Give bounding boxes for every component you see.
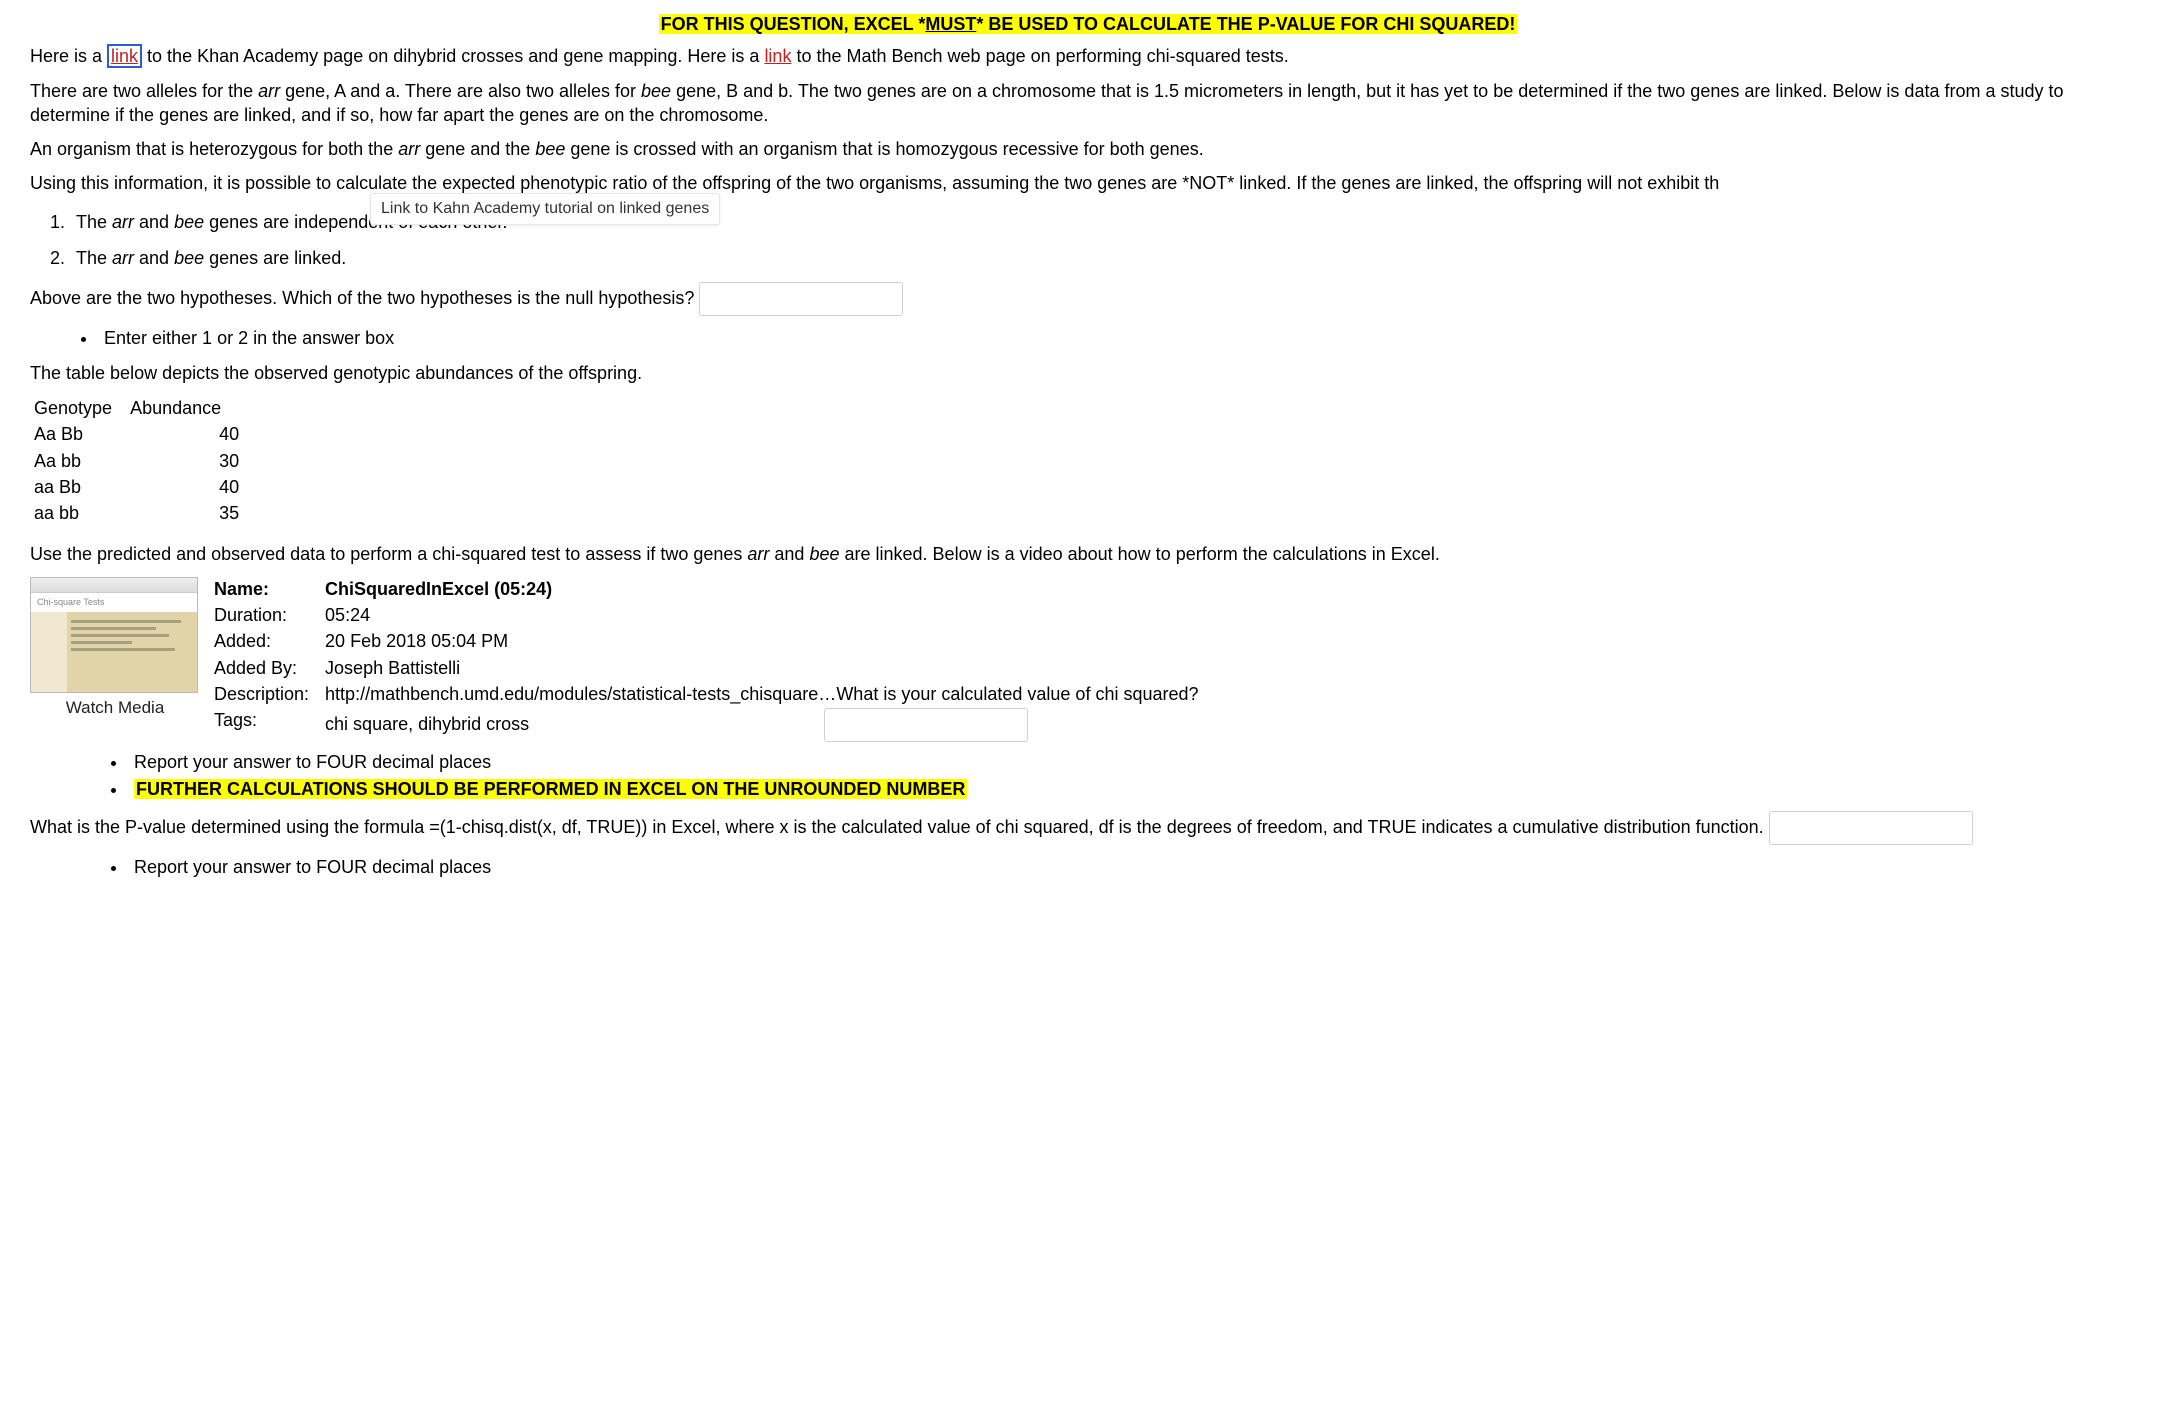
table-row: aa Bb40 xyxy=(34,474,239,500)
media-added: 20 Feb 2018 05:04 PM xyxy=(325,629,1214,655)
cross-paragraph: An organism that is heterozygous for bot… xyxy=(30,137,2146,161)
null-hint: Enter either 1 or 2 in the answer box xyxy=(98,326,2146,350)
media-metadata: Name:ChiSquaredInExcel (05:24) Duration:… xyxy=(214,577,1215,744)
alleles-paragraph: There are two alleles for the arr gene, … xyxy=(30,79,2146,128)
pvalue-question: What is the P-value determined using the… xyxy=(30,811,2146,845)
banner-pre: FOR THIS QUESTION, EXCEL * xyxy=(661,14,926,34)
chi-hints: Report your answer to FOUR decimal place… xyxy=(88,750,2146,801)
table-row: Aa bb30 xyxy=(34,448,239,474)
tooltip: Link to Kahn Academy tutorial on linked … xyxy=(370,193,720,225)
banner-post: * BE USED TO CALCULATE THE P-VALUE FOR C… xyxy=(976,14,1515,34)
col-abundance: Abundance xyxy=(130,395,239,421)
video-thumbnail[interactable]: Chi-square Tests xyxy=(30,577,198,693)
media-duration: 05:24 xyxy=(325,603,1214,629)
watch-media-link[interactable]: Watch Media xyxy=(30,697,200,720)
report-4dp-b: Report your answer to FOUR decimal place… xyxy=(128,855,2146,879)
table-row: aa bb35 xyxy=(34,500,239,526)
table-intro: The table below depicts the observed gen… xyxy=(30,361,2146,385)
null-hint-list: Enter either 1 or 2 in the answer box xyxy=(58,326,2146,350)
media-addedby: Joseph Battistelli xyxy=(325,656,1214,682)
intro-paragraph: Here is a link to the Khan Academy page … xyxy=(30,44,2146,68)
pvalue-hints: Report your answer to FOUR decimal place… xyxy=(88,855,2146,879)
chisq-intro: Use the predicted and observed data to p… xyxy=(30,542,2146,566)
media-name: ChiSquaredInExcel (05:24) xyxy=(325,577,1214,603)
media-tags: chi square, dihybrid cross xyxy=(325,708,1214,744)
khan-link[interactable]: link xyxy=(107,44,142,68)
further-calc: FURTHER CALCULATIONS SHOULD BE PERFORMED… xyxy=(128,777,2146,801)
col-genotype: Genotype xyxy=(34,395,130,421)
null-question: Above are the two hypotheses. Which of t… xyxy=(30,282,2146,316)
banner-must: MUST xyxy=(925,14,976,34)
chi-answer-input[interactable] xyxy=(824,708,1028,742)
table-row: Aa Bb40 xyxy=(34,421,239,447)
hypothesis-2: The arr and bee genes are linked. xyxy=(70,246,2146,270)
pvalue-answer-input[interactable] xyxy=(1769,811,1973,845)
ratio-paragraph: Using this information, it is possible t… xyxy=(30,171,2146,195)
genotype-table: Genotype Abundance Aa Bb40 Aa bb30 aa Bb… xyxy=(34,395,239,526)
media-block: Chi-square Tests Watch Media Name:ChiSqu… xyxy=(30,577,2146,744)
null-answer-input[interactable] xyxy=(699,282,903,316)
banner: FOR THIS QUESTION, EXCEL *MUST* BE USED … xyxy=(30,12,2146,36)
report-4dp: Report your answer to FOUR decimal place… xyxy=(128,750,2146,774)
mathbench-link[interactable]: link xyxy=(764,46,791,66)
media-description: http://mathbench.umd.edu/modules/statist… xyxy=(325,682,1214,708)
chi-question: What is your calculated value of chi squ… xyxy=(836,682,1198,706)
